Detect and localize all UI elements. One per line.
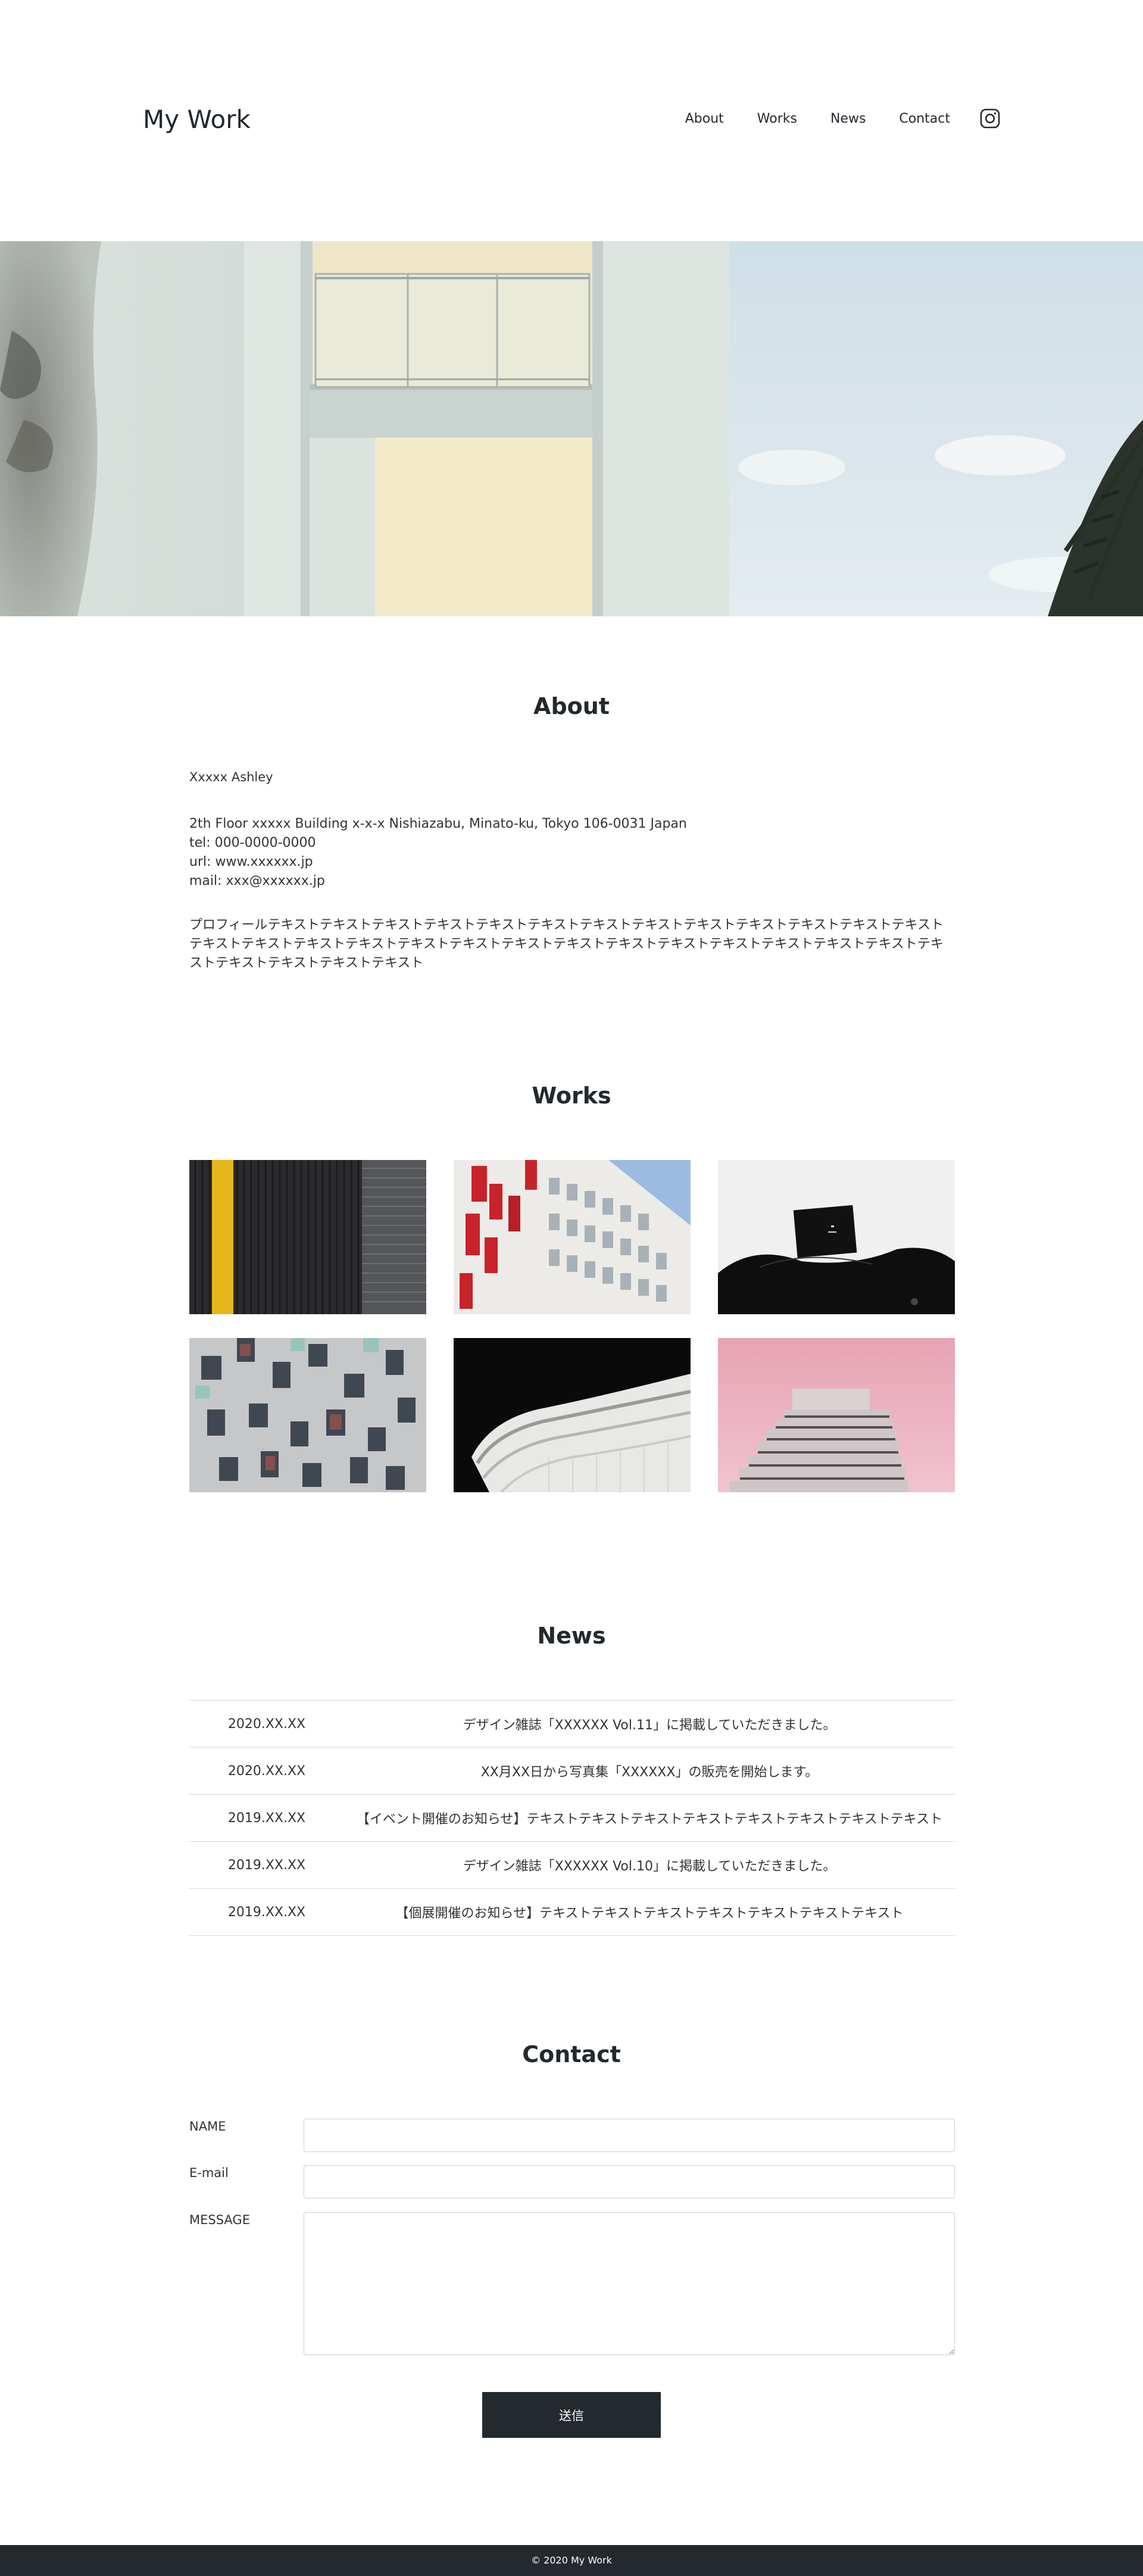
- news-date: 2020.XX.XX: [227, 1763, 306, 1779]
- news-text: XX月XX日から写真集「XXXXXX」の販売を開始します。: [480, 1765, 819, 1780]
- instagram-icon[interactable]: [980, 108, 1000, 129]
- works-grid: [189, 1160, 955, 1492]
- news-date: 2020.XX.XX: [227, 1716, 306, 1732]
- email-label: E-mail: [189, 2166, 229, 2180]
- about-profile-text: プロフィールテキストテキストテキストテキストテキストテキストテキストテキストテキ…: [189, 918, 944, 971]
- address-line: 2th Floor xxxxx Building x-x-x Nishiazab…: [189, 816, 687, 831]
- about-address: 2th Floor xxxxx Building x-x-x Nishiazab…: [189, 815, 687, 891]
- url-line: url: www.xxxxxx.jp: [189, 854, 313, 869]
- work-item-black-chair[interactable]: [718, 1160, 955, 1314]
- nav-contact[interactable]: Contact: [899, 111, 950, 126]
- red-white-facade-image: [454, 1160, 691, 1314]
- message-textarea[interactable]: [304, 2212, 955, 2355]
- work-item-yellow-stripe[interactable]: [189, 1160, 426, 1314]
- news-item[interactable]: 2019.XX.XX 【イベント開催のお知らせ】テキストテキストテキストテキスト…: [189, 1795, 955, 1842]
- work-item-pink-tower[interactable]: [718, 1338, 955, 1492]
- instagram-icon-graphic: [980, 108, 1000, 129]
- copyright-text: © 2020 My Work: [531, 2555, 612, 2566]
- submit-button[interactable]: 送信: [482, 2392, 661, 2438]
- black-chair-still-life-image: [718, 1160, 955, 1314]
- news-item[interactable]: 2019.XX.XX 【個展開催のお知らせ】テキストテキストテキストテキストテキ…: [189, 1889, 955, 1936]
- nav-works[interactable]: Works: [757, 111, 797, 126]
- about-title: About: [533, 693, 610, 719]
- site-logo[interactable]: My Work: [143, 105, 251, 134]
- name-label: NAME: [189, 2119, 226, 2134]
- hero-building-photo: [0, 241, 1143, 616]
- yellow-stripe-building-image: [189, 1160, 426, 1314]
- news-date: 2019.XX.XX: [227, 1857, 306, 1873]
- name-input[interactable]: [304, 2119, 955, 2152]
- news-title: News: [537, 1623, 606, 1649]
- work-item-curved-balconies[interactable]: [454, 1338, 691, 1492]
- windowed-concrete-facade-image: [189, 1338, 426, 1492]
- news-date: 2019.XX.XX: [227, 1810, 306, 1826]
- news-item[interactable]: 2019.XX.XX デザイン雑誌「XXXXXX Vol.10」に掲載していただ…: [189, 1842, 955, 1889]
- email-input[interactable]: [304, 2165, 955, 2198]
- work-item-windowed-concrete[interactable]: [189, 1338, 426, 1492]
- nav-about[interactable]: About: [685, 111, 724, 126]
- site-header: My Work About Works News Contact: [0, 0, 1143, 241]
- mail-line: mail: xxx@xxxxxx.jp: [189, 874, 325, 888]
- news-item[interactable]: 2020.XX.XX XX月XX日から写真集「XXXXXX」の販売を開始します。: [189, 1748, 955, 1795]
- work-item-red-facade[interactable]: [454, 1160, 691, 1314]
- tel-line: tel: 000-0000-0000: [189, 835, 316, 850]
- message-label: MESSAGE: [189, 2213, 250, 2227]
- contact-title: Contact: [522, 2041, 621, 2067]
- main-nav: About Works News Contact: [685, 108, 1000, 129]
- news-text: デザイン雑誌「XXXXXX Vol.11」に掲載していただきました。: [463, 1718, 836, 1733]
- news-date: 2019.XX.XX: [227, 1904, 306, 1920]
- works-title: Works: [532, 1083, 611, 1109]
- curved-white-balconies-image: [454, 1338, 691, 1492]
- news-text: 【イベント開催のお知らせ】テキストテキストテキストテキストテキストテキストテキス…: [356, 1812, 943, 1827]
- news-text: 【個展開催のお知らせ】テキストテキストテキストテキストテキストテキストテキスト: [395, 1906, 904, 1921]
- nav-news[interactable]: News: [830, 111, 866, 126]
- footer: © 2020 My Work: [0, 2545, 1143, 2576]
- hero-image: [0, 241, 1143, 616]
- about-name: Xxxxx Ashley: [189, 770, 273, 784]
- news-text: デザイン雑誌「XXXXXX Vol.10」に掲載していただきました。: [463, 1859, 836, 1874]
- news-list: 2020.XX.XX デザイン雑誌「XXXXXX Vol.11」に掲載していただ…: [189, 1700, 955, 1936]
- pink-sky-tower-image: [718, 1338, 955, 1492]
- news-item[interactable]: 2020.XX.XX デザイン雑誌「XXXXXX Vol.11」に掲載していただ…: [189, 1701, 955, 1748]
